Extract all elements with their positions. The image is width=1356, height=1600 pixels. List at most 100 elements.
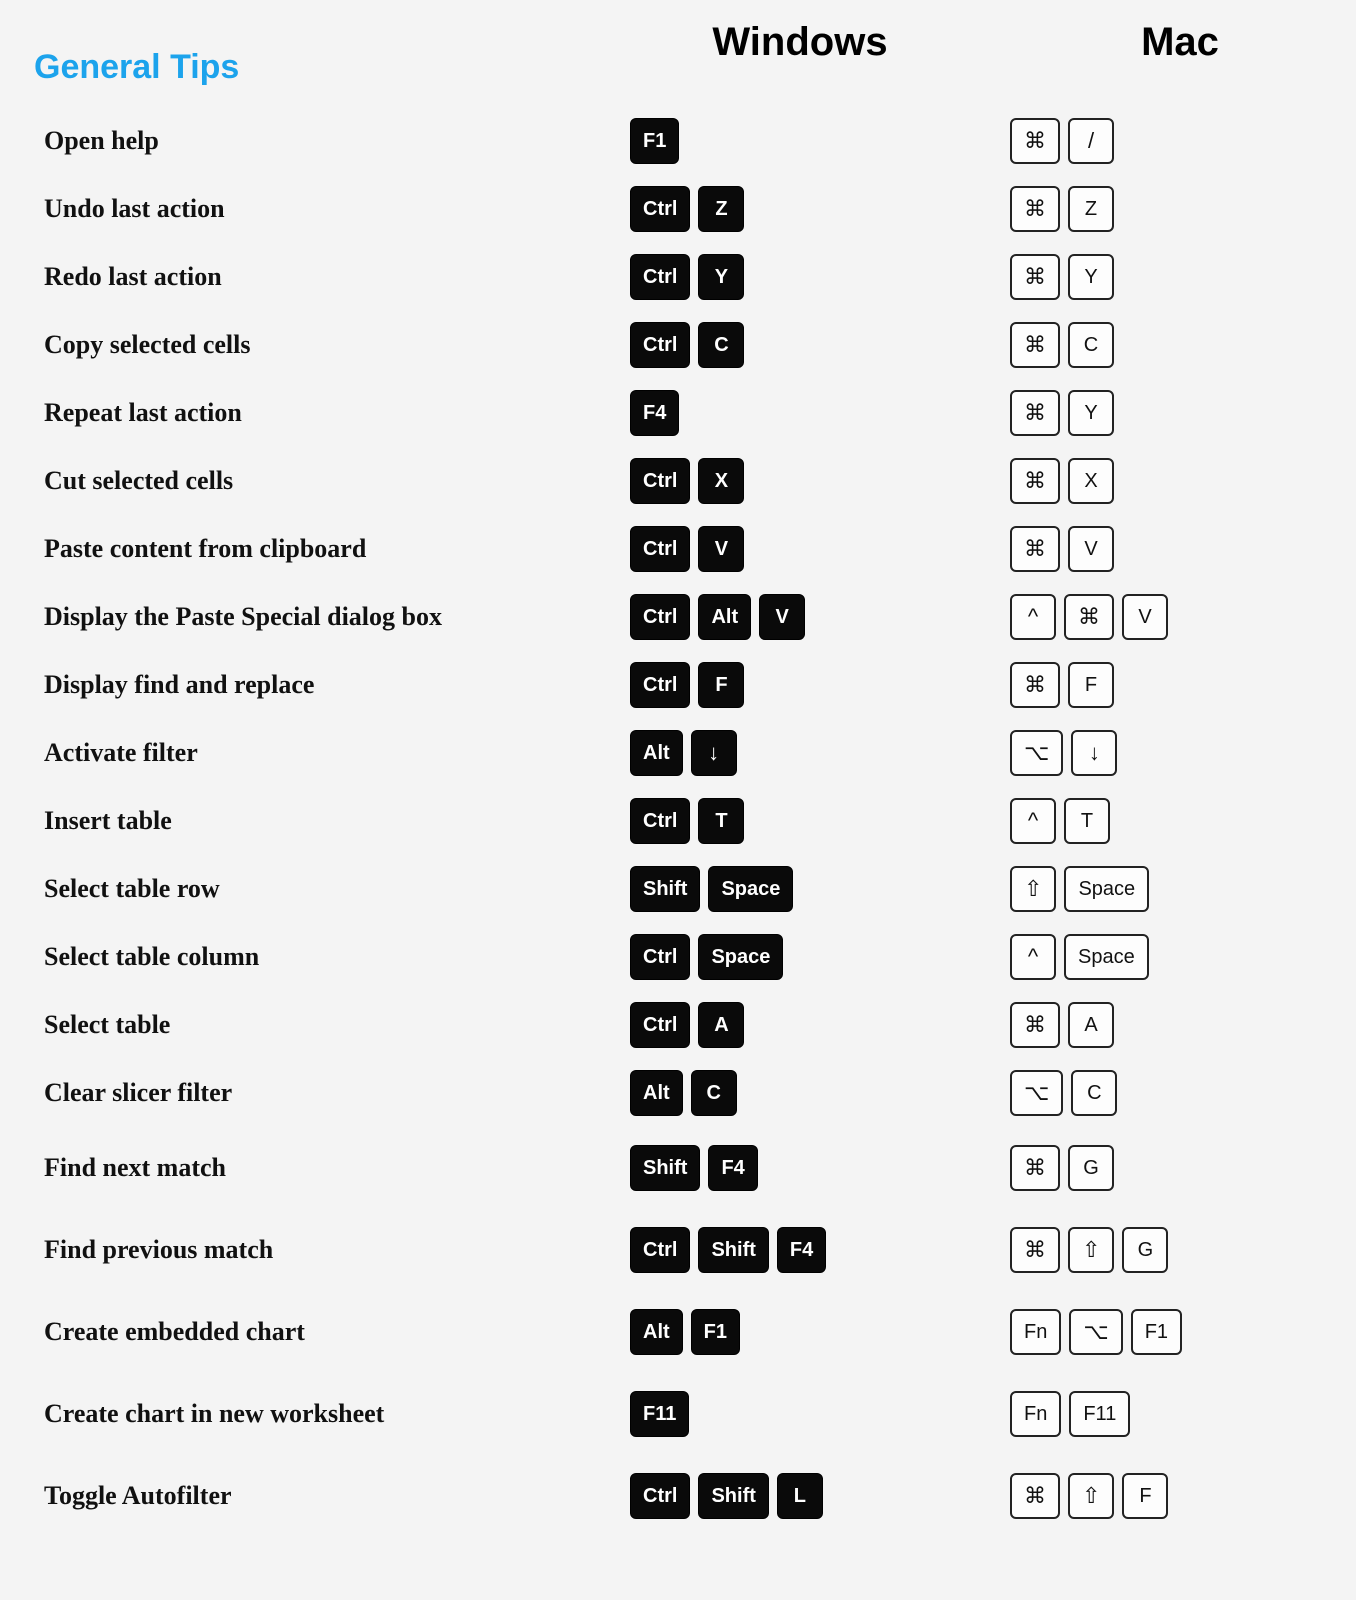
key-mac: V [1068,526,1114,572]
key-windows: Z [698,186,744,232]
key-windows: Ctrl [630,594,690,640]
shortcut-row: Cut selected cellsCtrlX⌘X [30,447,1326,515]
shortcut-row: Find previous matchCtrlShiftF4⌘⇧G [30,1209,1326,1291]
key-windows: Space [708,866,793,912]
key-mac: ⌥ [1010,1070,1063,1116]
mac-keys: ⌥C [990,1070,1356,1116]
windows-keys: CtrlShiftF4 [610,1227,990,1273]
key-windows: Space [698,934,783,980]
key-windows: Ctrl [630,662,690,708]
key-mac: A [1068,1002,1114,1048]
key-mac: ⌘ [1010,390,1060,436]
key-mac: ⌘ [1010,526,1060,572]
key-mac: ⌘ [1010,322,1060,368]
shortcut-label: Select table column [30,942,610,972]
mac-keys: ⌘G [990,1145,1356,1191]
mac-keys: ⌘Y [990,254,1356,300]
windows-keys: F11 [610,1391,990,1437]
key-mac: F [1122,1473,1168,1519]
key-mac: Space [1064,934,1149,980]
shortcut-label: Create embedded chart [30,1317,610,1347]
key-windows: Ctrl [630,186,690,232]
shortcut-row: Undo last actionCtrlZ⌘Z [30,175,1326,243]
key-windows: Alt [630,1070,683,1116]
key-mac: Y [1068,390,1114,436]
key-windows: Shift [698,1473,768,1519]
shortcut-row: Display the Paste Special dialog box Ctrl… [30,583,1326,651]
mac-keys: FnF11 [990,1391,1356,1437]
windows-keys: CtrlC [610,322,990,368]
shortcut-row: Open helpF1⌘/ [30,107,1326,175]
key-windows: F4 [708,1145,757,1191]
windows-keys: CtrlShiftL [610,1473,990,1519]
key-mac: Z [1068,186,1114,232]
windows-keys: AltC [610,1070,990,1116]
key-windows: C [698,322,744,368]
shortcut-label: Redo last action [30,262,610,292]
key-mac: Fn [1010,1391,1061,1437]
shortcut-label: Cut selected cells [30,466,610,496]
mac-keys: ⌘/ [990,118,1356,164]
windows-keys: Alt↓ [610,730,990,776]
key-mac: ⌘ [1010,1002,1060,1048]
windows-keys: ShiftF4 [610,1145,990,1191]
key-mac: ⇧ [1068,1227,1114,1273]
key-windows: Ctrl [630,1002,690,1048]
shortcut-row: Insert tableCtrlT^T [30,787,1326,855]
windows-keys: ShiftSpace [610,866,990,912]
mac-keys: ⌘Z [990,186,1356,232]
key-windows: V [698,526,744,572]
key-mac: ⌘ [1064,594,1114,640]
key-windows: V [759,594,805,640]
key-windows: F [698,662,744,708]
windows-keys: F1 [610,118,990,164]
key-windows: Alt [630,1309,683,1355]
shortcut-label: Select table [30,1010,610,1040]
key-mac: ⌘ [1010,1473,1060,1519]
key-windows: Ctrl [630,1473,690,1519]
key-mac: ⌘ [1010,186,1060,232]
key-mac: G [1068,1145,1114,1191]
key-windows: Ctrl [630,934,690,980]
shortcut-row: Select table columnCtrlSpace^Space [30,923,1326,991]
shortcut-row: Find next matchShiftF4⌘G [30,1127,1326,1209]
mac-keys: ⇧Space [990,866,1356,912]
key-windows: L [777,1473,823,1519]
shortcut-label: Select table row [30,874,610,904]
shortcut-label: Toggle Autofilter [30,1481,610,1511]
key-mac: F1 [1131,1309,1182,1355]
shortcut-row: Display find and replaceCtrlF⌘F [30,651,1326,719]
mac-keys: ⌘⇧G [990,1227,1356,1273]
shortcut-label: Activate filter [30,738,610,768]
column-header-windows: Windows [610,20,990,65]
mac-keys: Fn⌥F1 [990,1309,1356,1355]
key-mac: Fn [1010,1309,1061,1355]
shortcut-label: Undo last action [30,194,610,224]
mac-keys: ^Space [990,934,1356,980]
key-windows: Ctrl [630,254,690,300]
key-mac: ^ [1010,934,1056,980]
key-windows: Shift [630,1145,700,1191]
key-windows: X [698,458,744,504]
mac-keys: ^⌘V [990,594,1356,640]
shortcut-label: Display the Paste Special dialog box [30,602,610,632]
key-windows: F11 [630,1391,689,1437]
mac-keys: ⌘C [990,322,1356,368]
windows-keys: CtrlF [610,662,990,708]
mac-keys: ⌘X [990,458,1356,504]
key-mac: ⇧ [1010,866,1056,912]
key-windows: Ctrl [630,458,690,504]
windows-keys: CtrlT [610,798,990,844]
key-windows: Alt [630,730,683,776]
key-windows: A [698,1002,744,1048]
key-mac: C [1068,322,1114,368]
key-mac: ⌘ [1010,458,1060,504]
shortcut-label: Create chart in new worksheet [30,1399,610,1429]
header-row: General Tips Windows Mac [30,20,1326,87]
key-mac: ⇧ [1068,1473,1114,1519]
key-windows: F4 [777,1227,826,1273]
shortcut-row: Paste content from clipboardCtrlV⌘V [30,515,1326,583]
shortcut-row: Redo last actionCtrlY⌘Y [30,243,1326,311]
column-header-mac: Mac [990,20,1356,65]
shortcut-reference-page: General Tips Windows Mac Open helpF1⌘/ Un… [0,0,1356,1597]
